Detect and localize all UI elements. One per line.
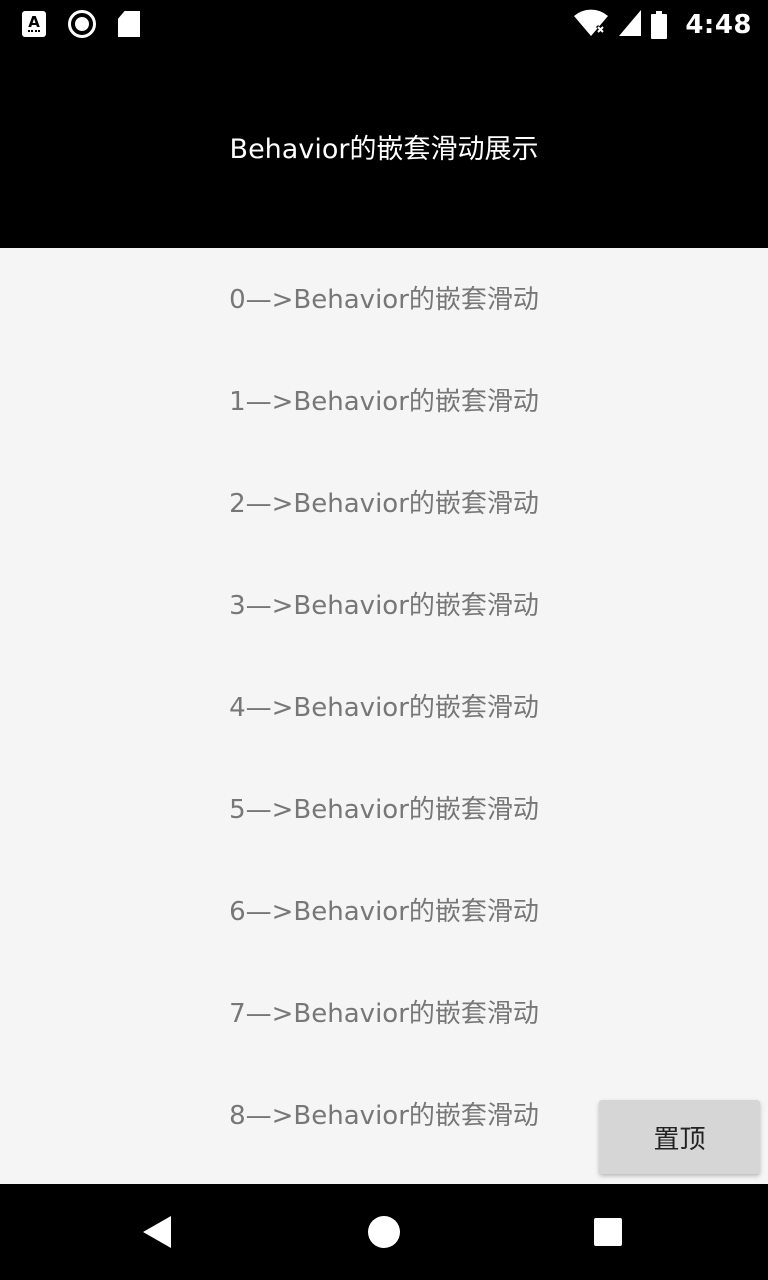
status-bar-notifications: A bbox=[22, 10, 140, 38]
status-bar: A 4:48 bbox=[0, 0, 768, 48]
status-bar-system: 4:48 bbox=[573, 8, 752, 42]
list-item[interactable]: 4—>Behavior的嵌套滑动 bbox=[0, 656, 768, 758]
battery-icon bbox=[651, 11, 668, 39]
back-button[interactable] bbox=[112, 1184, 208, 1280]
recents-icon bbox=[594, 1218, 622, 1246]
list-item[interactable]: 7—>Behavior的嵌套滑动 bbox=[0, 962, 768, 1064]
back-icon bbox=[143, 1216, 171, 1248]
list-item[interactable]: 6—>Behavior的嵌套滑动 bbox=[0, 860, 768, 962]
record-icon bbox=[68, 10, 96, 38]
scroll-list-container[interactable]: 0—>Behavior的嵌套滑动 1—>Behavior的嵌套滑动 2—>Beh… bbox=[0, 248, 768, 1184]
home-icon bbox=[368, 1216, 400, 1248]
home-button[interactable] bbox=[336, 1184, 432, 1280]
list-item[interactable]: 2—>Behavior的嵌套滑动 bbox=[0, 452, 768, 554]
scroll-to-top-button[interactable]: 置顶 bbox=[599, 1100, 760, 1174]
status-time: 4:48 bbox=[685, 10, 752, 40]
page-title: Behavior的嵌套滑动展示 bbox=[229, 133, 539, 165]
list-item[interactable]: 3—>Behavior的嵌套滑动 bbox=[0, 554, 768, 656]
wifi-icon bbox=[573, 8, 609, 42]
recents-button[interactable] bbox=[560, 1184, 656, 1280]
app-bar: Behavior的嵌套滑动展示 bbox=[0, 48, 768, 248]
accessibility-a-icon: A bbox=[22, 11, 46, 37]
signal-icon bbox=[619, 10, 642, 40]
list-item[interactable]: 0—>Behavior的嵌套滑动 bbox=[0, 248, 768, 350]
list-item[interactable]: 5—>Behavior的嵌套滑动 bbox=[0, 758, 768, 860]
item-list: 0—>Behavior的嵌套滑动 1—>Behavior的嵌套滑动 2—>Beh… bbox=[0, 248, 768, 1166]
sd-card-icon bbox=[118, 11, 140, 37]
list-item[interactable]: 1—>Behavior的嵌套滑动 bbox=[0, 350, 768, 452]
navigation-bar bbox=[0, 1184, 768, 1280]
screen: A 4:48 Behavior的嵌套滑动展示 0—>Behavior的嵌套滑动 … bbox=[0, 0, 768, 1280]
